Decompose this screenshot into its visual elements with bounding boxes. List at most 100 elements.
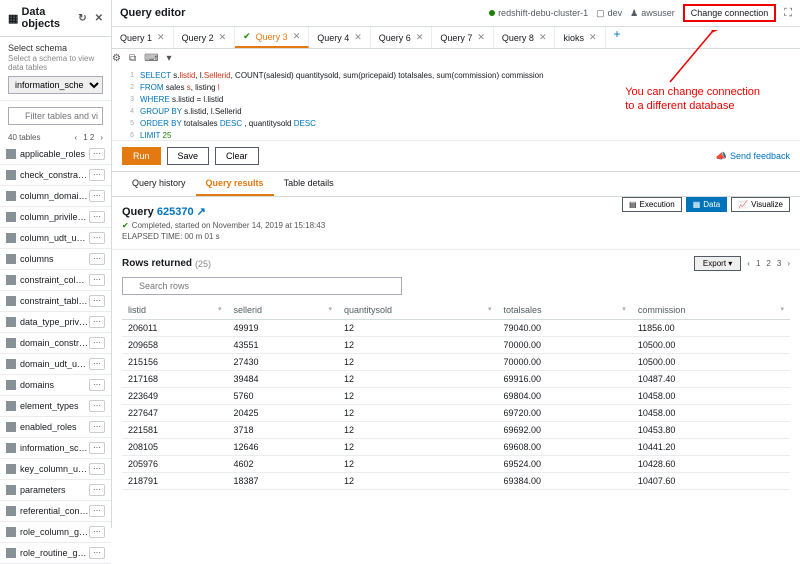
table-item[interactable]: element_types⋯	[0, 396, 111, 417]
export-button[interactable]: Export ▾	[694, 256, 741, 271]
close-icon[interactable]: ✕	[95, 13, 103, 24]
copy-icon[interactable]: ⧉	[129, 53, 136, 64]
query-tab[interactable]: kioks✕	[555, 27, 605, 48]
table-row[interactable]: 206011499191279040.0011856.00	[122, 320, 790, 337]
table-menu-icon[interactable]: ⋯	[89, 337, 105, 349]
table-menu-icon[interactable]: ⋯	[89, 169, 105, 181]
table-item[interactable]: applicable_roles⋯	[0, 144, 111, 165]
table-menu-icon[interactable]: ⋯	[89, 421, 105, 433]
query-tab[interactable]: Query 8✕	[494, 27, 556, 48]
tab-close-icon[interactable]: ✕	[539, 32, 547, 43]
table-menu-icon[interactable]: ⋯	[89, 253, 105, 265]
page-prev-icon[interactable]: ‹	[75, 133, 78, 142]
tab-query-history[interactable]: Query history	[122, 172, 196, 196]
table-row[interactable]: 218791183871269384.0010407.60	[122, 473, 790, 490]
table-item[interactable]: check_constraints⋯	[0, 165, 111, 186]
table-item[interactable]: domain_constraints⋯	[0, 333, 111, 354]
tab-close-icon[interactable]: ✕	[157, 32, 165, 43]
table-menu-icon[interactable]: ⋯	[89, 148, 105, 160]
run-button[interactable]: Run	[122, 147, 161, 165]
table-menu-icon[interactable]: ⋯	[89, 358, 105, 370]
search-rows-input[interactable]	[122, 277, 402, 295]
save-button[interactable]: Save	[167, 147, 210, 165]
rows-page-next[interactable]: ›	[787, 259, 790, 268]
table-item[interactable]: enabled_roles⋯	[0, 417, 111, 438]
expand-icon[interactable]: ⛶	[784, 7, 792, 20]
dropdown-icon[interactable]: ▾	[167, 53, 172, 64]
column-header[interactable]: totalsales▾	[497, 301, 631, 320]
tab-close-icon[interactable]: ✕	[416, 32, 424, 43]
table-item[interactable]: column_privileges⋯	[0, 207, 111, 228]
query-id-link[interactable]: 625370	[157, 206, 194, 218]
table-item[interactable]: role_routine_grants⋯	[0, 543, 111, 564]
query-tab[interactable]: ✔Query 3✕	[235, 27, 309, 48]
tab-close-icon[interactable]: ✕	[219, 32, 227, 43]
tab-close-icon[interactable]: ✕	[293, 31, 301, 42]
table-item[interactable]: domains⋯	[0, 375, 111, 396]
table-menu-icon[interactable]: ⋯	[89, 295, 105, 307]
tab-close-icon[interactable]: ✕	[589, 32, 597, 43]
change-connection-button[interactable]: Change connection	[683, 4, 777, 22]
execution-button[interactable]: ▤Execution	[622, 197, 682, 212]
query-tab[interactable]: Query 1✕	[112, 27, 174, 48]
table-item[interactable]: data_type_privileges⋯	[0, 312, 111, 333]
add-tab-button[interactable]: +	[606, 27, 629, 48]
column-header[interactable]: quantitysold▾	[338, 301, 497, 320]
sort-icon[interactable]: ▾	[328, 305, 332, 313]
sort-icon[interactable]: ▾	[622, 305, 626, 313]
table-item[interactable]: column_udt_usage⋯	[0, 228, 111, 249]
table-menu-icon[interactable]: ⋯	[89, 400, 105, 412]
table-item[interactable]: columns⋯	[0, 249, 111, 270]
shortcuts-icon[interactable]: ⌨	[144, 53, 158, 64]
refresh-icon[interactable]: ↻	[78, 13, 86, 24]
tab-close-icon[interactable]: ✕	[354, 32, 362, 43]
column-header[interactable]: listid▾	[122, 301, 228, 320]
table-menu-icon[interactable]: ⋯	[89, 232, 105, 244]
data-button[interactable]: ▦Data	[686, 197, 727, 212]
page-next-icon[interactable]: ›	[100, 133, 103, 142]
table-item[interactable]: referential_constraints⋯	[0, 501, 111, 522]
table-menu-icon[interactable]: ⋯	[89, 274, 105, 286]
table-menu-icon[interactable]: ⋯	[89, 442, 105, 454]
table-menu-icon[interactable]: ⋯	[89, 379, 105, 391]
table-menu-icon[interactable]: ⋯	[89, 190, 105, 202]
table-menu-icon[interactable]: ⋯	[89, 547, 105, 559]
query-tab[interactable]: Query 7✕	[432, 27, 494, 48]
table-row[interactable]: 22158137181269692.0010453.80	[122, 422, 790, 439]
table-item[interactable]: domain_udt_usage⋯	[0, 354, 111, 375]
table-row[interactable]: 20597646021269524.0010428.60	[122, 456, 790, 473]
query-tab[interactable]: Query 2✕	[174, 27, 236, 48]
query-tab[interactable]: Query 4✕	[309, 27, 371, 48]
sort-icon[interactable]: ▾	[780, 305, 784, 313]
schema-select[interactable]: information_schema	[8, 76, 103, 94]
table-row[interactable]: 217168394841269916.0010487.40	[122, 371, 790, 388]
rows-page-prev[interactable]: ‹	[747, 259, 750, 268]
table-item[interactable]: information_schema_catalog_...⋯	[0, 438, 111, 459]
table-item[interactable]: key_column_usage⋯	[0, 459, 111, 480]
tab-query-results[interactable]: Query results	[196, 172, 274, 196]
table-row[interactable]: 227647204251269720.0010458.00	[122, 405, 790, 422]
table-row[interactable]: 215156274301270000.0010500.00	[122, 354, 790, 371]
table-menu-icon[interactable]: ⋯	[89, 505, 105, 517]
send-feedback-link[interactable]: 📣Send feedback	[716, 151, 790, 162]
table-item[interactable]: constraint_column_usage⋯	[0, 270, 111, 291]
table-row[interactable]: 208105126461269608.0010441.20	[122, 439, 790, 456]
sort-icon[interactable]: ▾	[488, 305, 492, 313]
tab-close-icon[interactable]: ✕	[477, 32, 485, 43]
table-menu-icon[interactable]: ⋯	[89, 211, 105, 223]
table-item[interactable]: role_column_grants⋯	[0, 522, 111, 543]
table-row[interactable]: 22364957601269804.0010458.00	[122, 388, 790, 405]
settings-icon[interactable]: ⚙	[112, 53, 121, 64]
table-menu-icon[interactable]: ⋯	[89, 463, 105, 475]
tab-table-details[interactable]: Table details	[274, 172, 344, 196]
table-item[interactable]: column_domain_usage⋯	[0, 186, 111, 207]
external-link-icon[interactable]: ↗	[197, 206, 206, 218]
filter-tables-input[interactable]	[8, 107, 103, 125]
table-menu-icon[interactable]: ⋯	[89, 316, 105, 328]
table-item[interactable]: constraint_table_usage⋯	[0, 291, 111, 312]
clear-button[interactable]: Clear	[215, 147, 259, 165]
query-tab[interactable]: Query 6✕	[371, 27, 433, 48]
table-item[interactable]: parameters⋯	[0, 480, 111, 501]
visualize-button[interactable]: 📈Visualize	[731, 197, 790, 212]
table-row[interactable]: 209658435511270000.0010500.00	[122, 337, 790, 354]
